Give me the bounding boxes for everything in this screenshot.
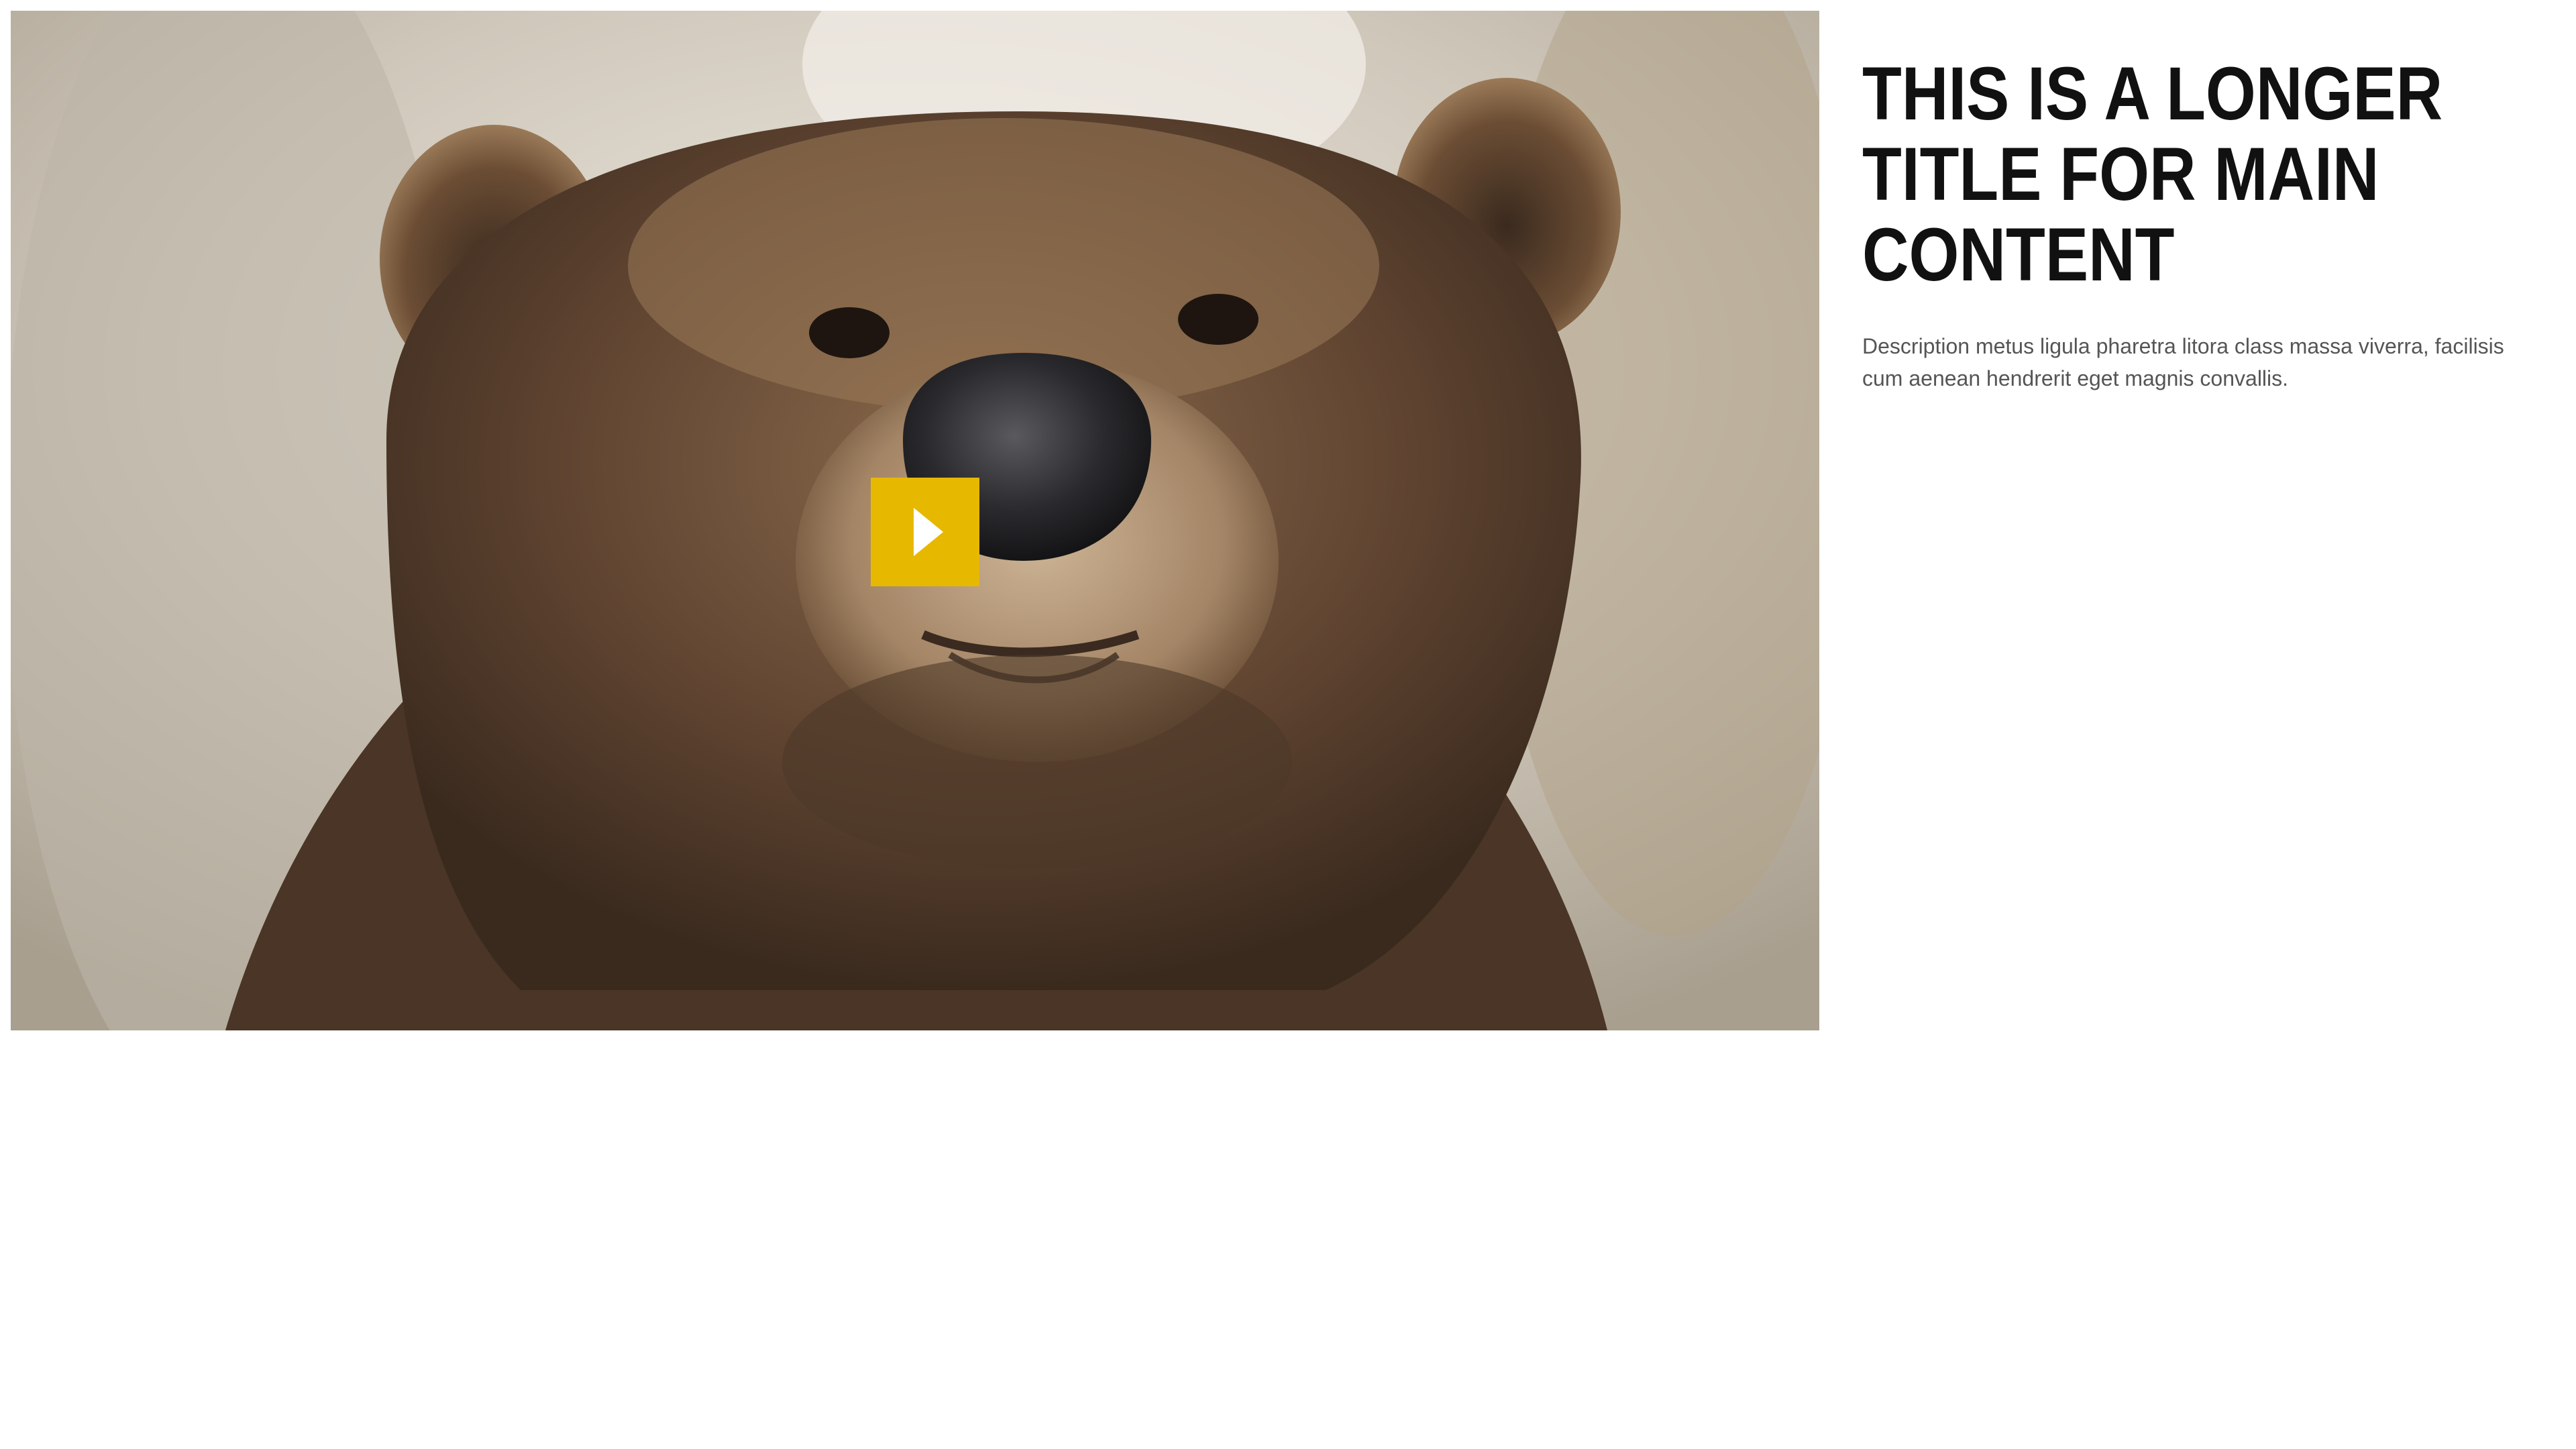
- video-player[interactable]: [11, 11, 1819, 1030]
- description: Description metus ligula pharetra litora…: [1862, 334, 2504, 390]
- main-content: THIS IS A LONGER TITLE FOR MAIN CONTENT …: [1862, 54, 2533, 394]
- play-icon: [914, 508, 943, 556]
- play-button[interactable]: [871, 478, 979, 586]
- main-title: THIS IS A LONGER TITLE FOR MAIN CONTENT: [1862, 52, 2443, 297]
- page: THIS IS A LONGER TITLE FOR MAIN CONTENT …: [0, 0, 2576, 1449]
